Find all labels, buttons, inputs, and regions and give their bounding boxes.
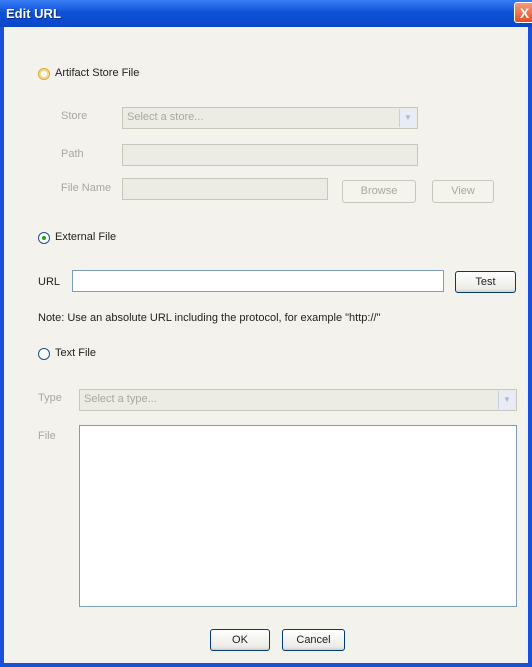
store-dropdown[interactable]: Select a store... ▼ — [122, 107, 418, 129]
file-name-label: File Name — [61, 182, 112, 194]
type-label: Type — [38, 392, 62, 404]
chevron-down-icon: ▼ — [399, 109, 416, 127]
store-placeholder: Select a store... — [127, 111, 204, 123]
store-label: Store — [61, 110, 88, 122]
cancel-button[interactable]: Cancel — [282, 629, 345, 651]
url-label: URL — [38, 276, 61, 288]
test-button[interactable]: Test — [455, 271, 516, 293]
browse-button[interactable]: Browse — [342, 180, 416, 203]
title-bar[interactable]: Edit URL X — [0, 0, 532, 27]
path-field[interactable] — [122, 144, 418, 166]
close-button[interactable]: X — [514, 2, 532, 23]
dialog-title: Edit URL — [6, 6, 61, 21]
url-note: Note: Use an absolute URL including the … — [38, 312, 381, 324]
path-label: Path — [61, 148, 84, 160]
artifact-store-radio[interactable] — [38, 68, 50, 80]
external-file-radio[interactable] — [38, 232, 50, 244]
type-placeholder: Select a type... — [84, 393, 157, 405]
file-label: File — [38, 430, 56, 442]
text-file-label: Text File — [55, 347, 96, 359]
url-input[interactable] — [72, 270, 444, 292]
view-button[interactable]: View — [432, 180, 494, 203]
ok-button[interactable]: OK — [210, 629, 270, 651]
file-name-field[interactable] — [122, 178, 328, 200]
text-file-radio[interactable] — [38, 348, 50, 360]
radio-selected-dot — [42, 236, 46, 240]
artifact-store-label: Artifact Store File — [55, 67, 140, 79]
file-text-area[interactable] — [79, 425, 517, 607]
chevron-down-icon: ▼ — [498, 391, 515, 409]
external-file-label: External File — [55, 231, 117, 243]
type-dropdown[interactable]: Select a type... ▼ — [79, 389, 517, 411]
